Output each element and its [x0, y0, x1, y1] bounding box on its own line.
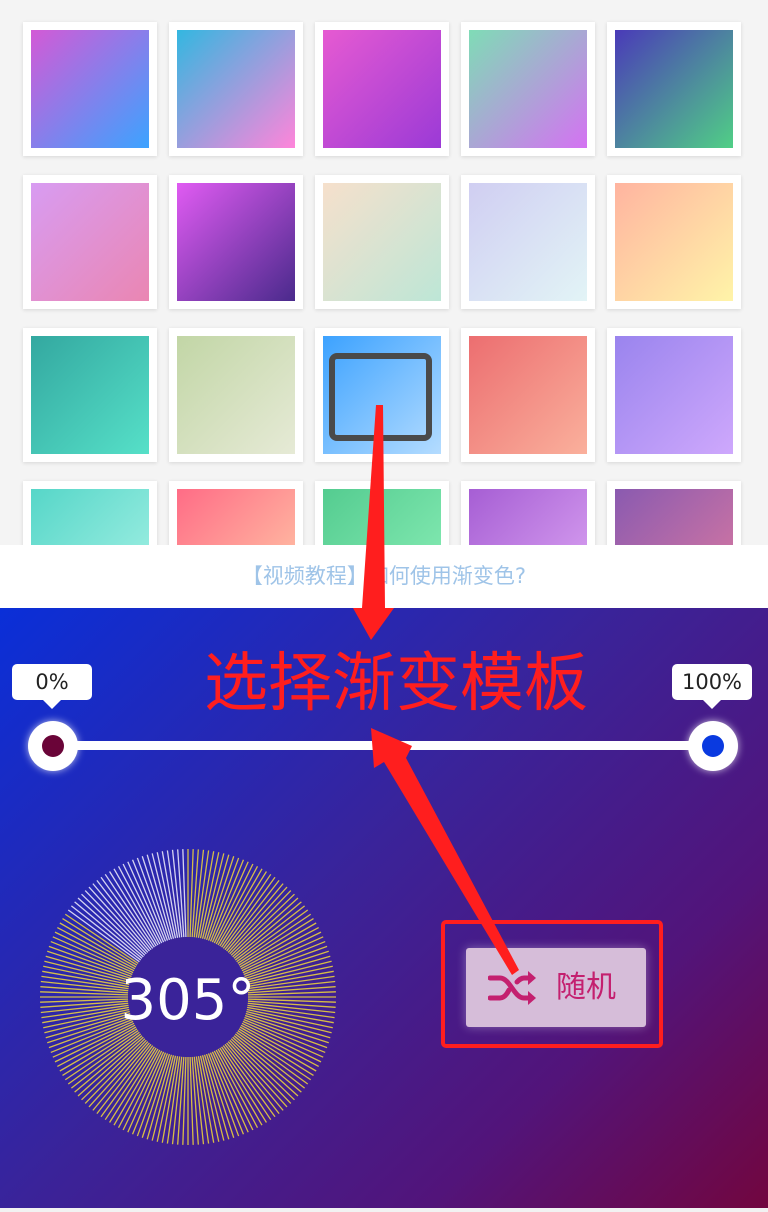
annotation-highlight-box [441, 920, 663, 1048]
gradient-template-swatch[interactable] [607, 481, 741, 545]
gradient-template-swatch[interactable] [315, 175, 449, 309]
start-color-swatch [42, 735, 64, 757]
swatch-gradient [177, 30, 295, 148]
gradient-template-swatch[interactable] [169, 481, 303, 545]
swatch-gradient [323, 336, 441, 454]
end-color-swatch [702, 735, 724, 757]
annotation-title: 选择渐变模板 [204, 647, 588, 721]
swatch-gradient [31, 489, 149, 545]
gradient-template-swatch[interactable] [23, 481, 157, 545]
gradient-template-grid [0, 0, 768, 545]
gradient-template-swatch[interactable] [169, 175, 303, 309]
gradient-editor: 0% 100% 选择渐变模板 305° 随机 [0, 608, 768, 1208]
swatch-gradient [31, 183, 149, 301]
gradient-template-swatch[interactable] [23, 22, 157, 156]
swatch-gradient [177, 183, 295, 301]
gradient-template-swatch[interactable] [607, 328, 741, 462]
gradient-template-swatch[interactable] [315, 22, 449, 156]
swatch-gradient [615, 30, 733, 148]
swatch-gradient [469, 336, 587, 454]
gradient-template-swatch[interactable] [315, 481, 449, 545]
gradient-template-swatch[interactable] [461, 481, 595, 545]
bottom-strip [0, 1208, 768, 1212]
angle-dial[interactable]: 305° [36, 847, 340, 1151]
gradient-template-swatch[interactable] [607, 175, 741, 309]
swatch-gradient [615, 489, 733, 545]
gradient-template-swatch[interactable] [169, 328, 303, 462]
swatch-gradient [177, 489, 295, 545]
swatch-gradient [31, 336, 149, 454]
gradient-template-swatch[interactable] [315, 328, 449, 462]
swatch-gradient [469, 183, 587, 301]
gradient-template-swatch[interactable] [23, 175, 157, 309]
gradient-slider-track[interactable] [52, 741, 712, 750]
gradient-template-swatch[interactable] [461, 175, 595, 309]
angle-value: 305° [121, 968, 256, 1033]
video-tutorial-link[interactable]: 【视频教程】如何使用渐变色? [0, 545, 768, 608]
swatch-gradient [323, 30, 441, 148]
gradient-template-swatch[interactable] [607, 22, 741, 156]
swatch-gradient [469, 30, 587, 148]
gradient-template-swatch[interactable] [23, 328, 157, 462]
gradient-template-swatch[interactable] [169, 22, 303, 156]
swatch-gradient [323, 183, 441, 301]
swatch-gradient [615, 183, 733, 301]
gradient-template-swatch[interactable] [461, 328, 595, 462]
swatch-gradient [469, 489, 587, 545]
swatch-gradient [31, 30, 149, 148]
swatch-gradient [177, 336, 295, 454]
gradient-template-swatch[interactable] [461, 22, 595, 156]
swatch-gradient [323, 489, 441, 545]
swatch-gradient [615, 336, 733, 454]
